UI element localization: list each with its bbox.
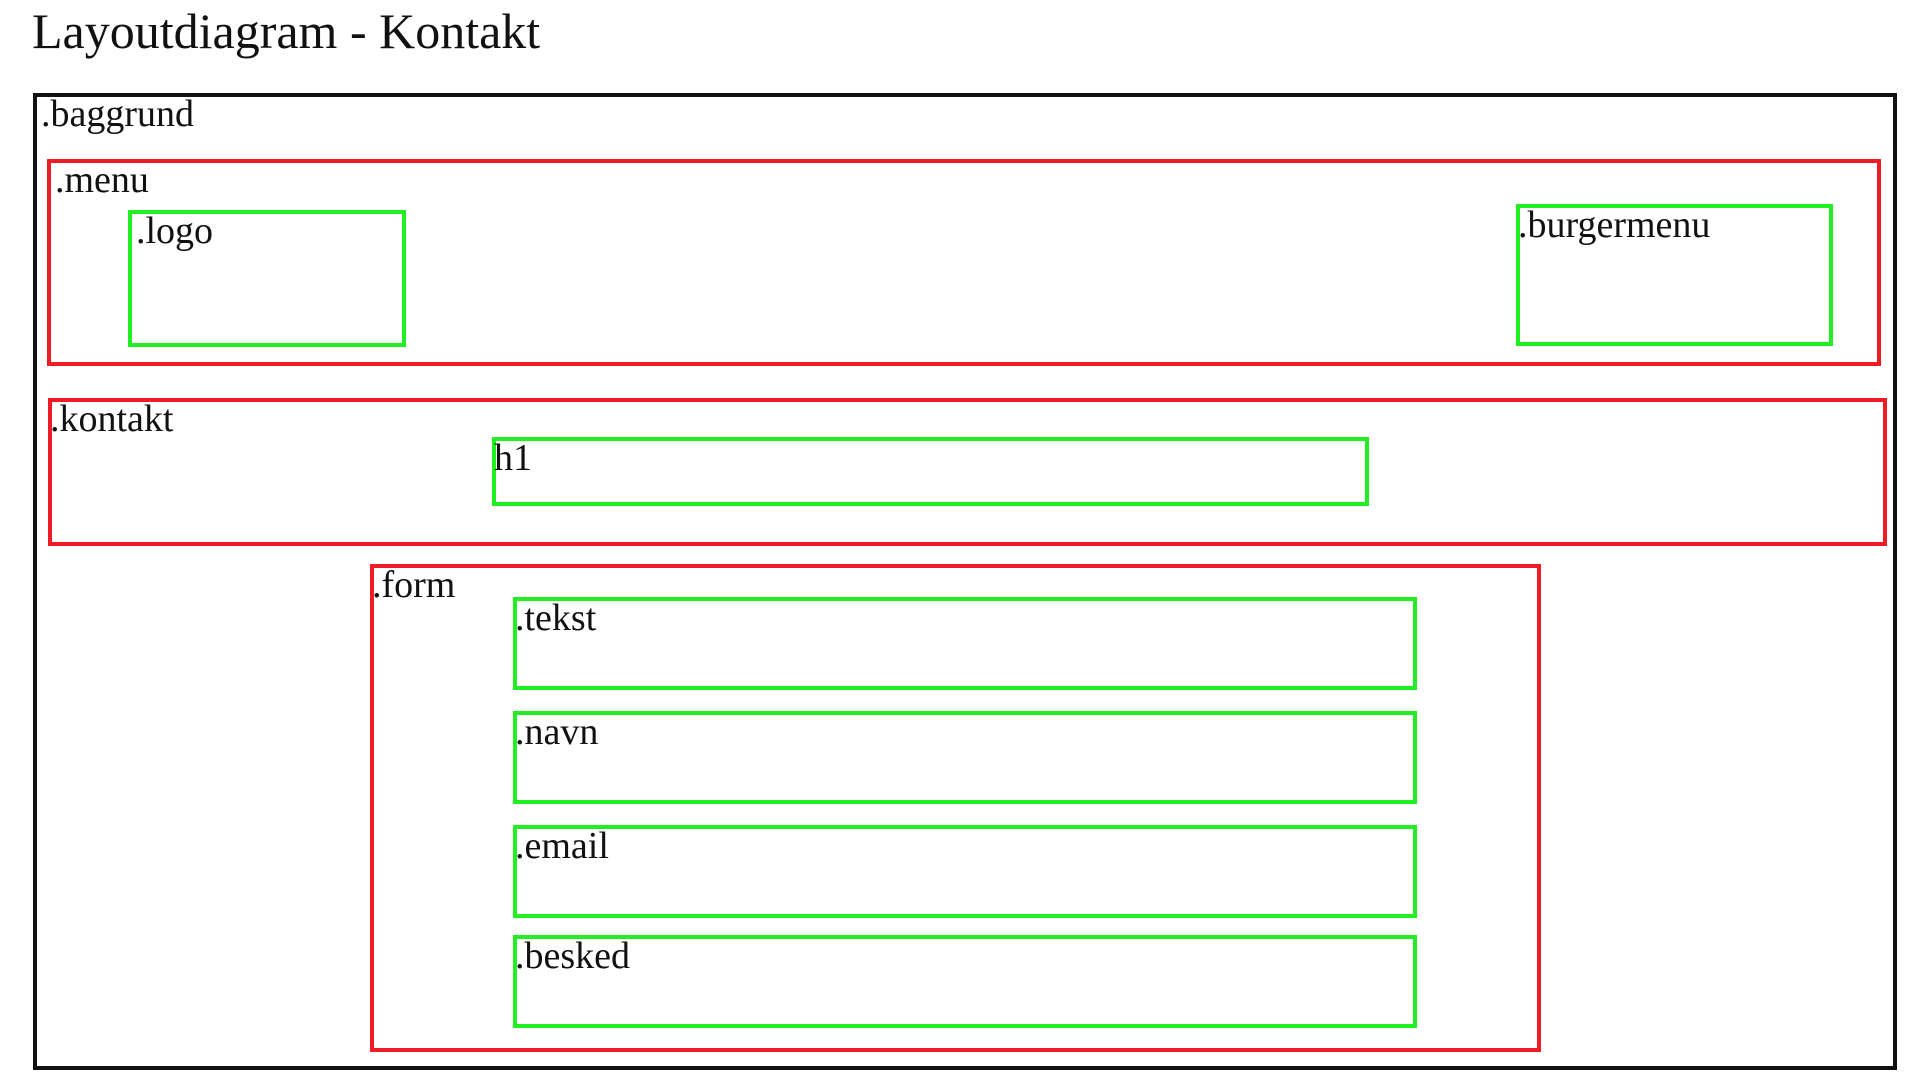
form-label: .form xyxy=(372,564,456,606)
baggrund-label: .baggrund xyxy=(41,93,195,135)
menu-label: .menu xyxy=(55,159,149,201)
email-box: .email xyxy=(513,825,1417,918)
h1-box: h1 xyxy=(492,437,1369,506)
navn-label: .navn xyxy=(515,711,599,753)
burgermenu-label: .burgermenu xyxy=(1518,204,1711,246)
h1-label: h1 xyxy=(494,437,532,479)
logo-label: .logo xyxy=(136,210,214,252)
navn-box: .navn xyxy=(513,711,1417,804)
page-title: Layoutdiagram - Kontakt xyxy=(32,3,541,59)
email-label: .email xyxy=(515,825,609,867)
besked-box: .besked xyxy=(513,935,1417,1028)
besked-label: .besked xyxy=(515,935,631,977)
tekst-box: .tekst xyxy=(513,597,1417,690)
kontakt-label: .kontakt xyxy=(50,398,174,440)
tekst-label: .tekst xyxy=(515,597,597,639)
burgermenu-box: .burgermenu xyxy=(1516,204,1833,346)
logo-box: .logo xyxy=(128,210,406,347)
